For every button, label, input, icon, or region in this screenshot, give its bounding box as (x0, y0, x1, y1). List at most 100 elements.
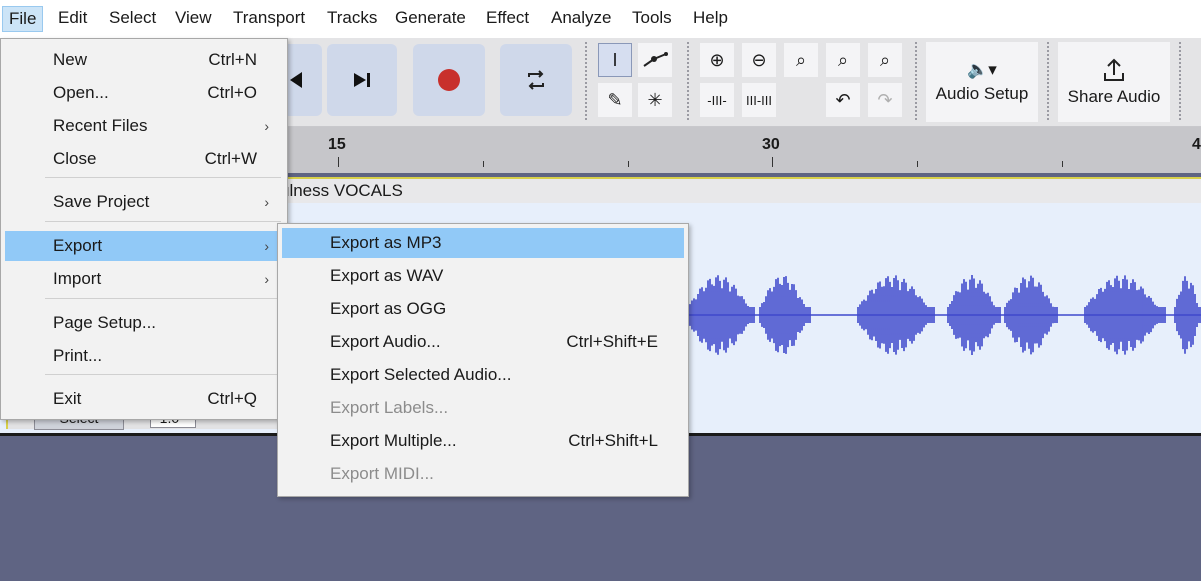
menu-item-shortcut: Ctrl+N (208, 50, 257, 69)
menu-item-export-mp3[interactable]: Export as MP3 (282, 228, 684, 258)
undo-button[interactable]: ↶ (826, 83, 860, 117)
menu-item-exit[interactable]: Exit Ctrl+Q (5, 384, 283, 414)
menu-item-label: Export Labels... (330, 398, 449, 417)
menu-item-label: Print... (53, 346, 103, 365)
silence-button[interactable]: III-III (742, 83, 776, 117)
menu-item-export-multiple[interactable]: Export Multiple... Ctrl+Shift+L (282, 426, 684, 456)
menu-item-export-midi: Export MIDI... (282, 459, 684, 489)
menu-item-print[interactable]: Print... (5, 341, 283, 371)
menu-item-shortcut: Ctrl+O (207, 83, 257, 102)
ruler-tick (917, 161, 918, 167)
trim-button[interactable]: -III- (700, 83, 734, 117)
zoom-toggle-icon: ⌕ (879, 49, 891, 70)
menu-item-close[interactable]: Close Ctrl+W (5, 144, 283, 174)
menu-separator (45, 177, 281, 178)
zoom-in-button[interactable]: ⊕ (700, 43, 734, 77)
clip-name: ulness VOCALS (280, 181, 403, 200)
speaker-icon: 🔈▾ (967, 60, 997, 79)
menu-generate[interactable]: Generate (389, 6, 472, 32)
menu-item-page-setup[interactable]: Page Setup... (5, 308, 283, 338)
toolbar-grip[interactable] (1044, 42, 1052, 120)
menu-help[interactable]: Help (687, 6, 734, 32)
menu-item-label: New (53, 50, 88, 69)
ruler-tick (772, 157, 773, 167)
chevron-right-icon: › (264, 238, 269, 254)
menu-item-export[interactable]: Export › (5, 231, 283, 261)
menu-edit[interactable]: Edit (52, 6, 93, 32)
menu-item-label: Export Selected Audio... (330, 365, 512, 384)
menu-item-import[interactable]: Import › (5, 264, 283, 294)
record-icon (438, 69, 460, 91)
menu-item-label: Export as WAV (330, 266, 444, 285)
menu-item-shortcut: Ctrl+W (204, 149, 257, 168)
waveform-segment (1084, 275, 1166, 355)
toolbar-grip[interactable] (684, 42, 692, 120)
menu-item-label: Save Project (53, 192, 150, 211)
menu-item-open[interactable]: Open... Ctrl+O (5, 78, 283, 108)
menu-item-export-selected-audio[interactable]: Export Selected Audio... (282, 360, 684, 390)
chevron-right-icon: › (264, 118, 269, 134)
redo-icon: ↷ (877, 89, 893, 110)
record-button[interactable] (413, 44, 485, 116)
fit-project-button[interactable]: ⌕ (826, 43, 860, 77)
draw-tool[interactable]: ✎ (598, 83, 632, 117)
ruler-label: 15 (328, 136, 346, 153)
menu-transport[interactable]: Transport (227, 6, 311, 32)
undo-icon: ↶ (835, 89, 851, 110)
share-audio-button[interactable]: Share Audio (1058, 42, 1170, 122)
zoom-toggle-button[interactable]: ⌕ (868, 43, 902, 77)
menu-bar: File Edit Select View Transport Tracks G… (0, 0, 1201, 38)
fit-selection-button[interactable]: ⌕ (784, 43, 818, 77)
menu-tools[interactable]: Tools (626, 6, 678, 32)
menu-view[interactable]: View (169, 6, 218, 32)
zoom-out-icon: ⊖ (751, 49, 767, 70)
menu-item-export-labels: Export Labels... (282, 393, 684, 423)
pencil-icon: ✎ (607, 89, 623, 110)
trim-icon: -III- (707, 92, 727, 108)
skip-end-button[interactable] (327, 44, 397, 116)
silence-icon: III-III (746, 92, 772, 108)
waveform-segment (1004, 275, 1058, 355)
menu-item-label: Open... (53, 83, 109, 102)
menu-effect[interactable]: Effect (480, 6, 535, 32)
menu-item-recent-files[interactable]: Recent Files › (5, 111, 283, 141)
selection-tool[interactable]: I (598, 43, 632, 77)
toolbar-grip[interactable] (912, 42, 920, 120)
ruler-label: 30 (762, 136, 780, 153)
chevron-right-icon: › (264, 194, 269, 210)
menu-tracks[interactable]: Tracks (321, 6, 383, 32)
menu-file[interactable]: File (2, 6, 44, 32)
menu-analyze[interactable]: Analyze (545, 6, 617, 32)
skip-end-icon (354, 73, 370, 87)
menu-item-label: Close (53, 149, 97, 168)
ruler-tick (338, 157, 339, 167)
menu-separator (45, 298, 281, 299)
menu-item-label: Export MIDI... (330, 464, 434, 483)
menu-item-export-wav[interactable]: Export as WAV (282, 261, 684, 291)
zoom-out-button[interactable]: ⊖ (742, 43, 776, 77)
menu-item-label: Export as MP3 (330, 233, 442, 252)
loop-button[interactable] (500, 44, 572, 116)
envelope-icon (643, 52, 668, 67)
menu-item-save-project[interactable]: Save Project › (5, 187, 283, 217)
menu-item-export-audio[interactable]: Export Audio... Ctrl+Shift+E (282, 327, 684, 357)
menu-item-label: Export as OGG (330, 299, 447, 318)
zoom-selection-icon: ⌕ (795, 49, 807, 70)
toolbar-grip[interactable] (582, 42, 590, 120)
menu-item-label: Page Setup... (53, 313, 157, 332)
toolbar-grip[interactable] (1176, 42, 1184, 120)
waveform-segment (857, 275, 935, 355)
multi-tool[interactable]: ✳ (638, 83, 672, 117)
export-submenu: Export as MP3 Export as WAV Export as OG… (277, 223, 689, 497)
zoom-in-icon: ⊕ (709, 49, 725, 70)
menu-item-label: Recent Files (53, 116, 148, 135)
share-icon (1104, 58, 1124, 81)
menu-item-new[interactable]: New Ctrl+N (5, 45, 283, 75)
audio-setup-button[interactable]: 🔈▾ Audio Setup (926, 42, 1038, 122)
menu-item-label: Export Multiple... (330, 431, 457, 450)
envelope-tool[interactable] (638, 43, 672, 77)
menu-item-export-ogg[interactable]: Export as OGG (282, 294, 684, 324)
redo-button[interactable]: ↷ (868, 83, 902, 117)
menu-select[interactable]: Select (103, 6, 162, 32)
ruler-tick (483, 161, 484, 167)
